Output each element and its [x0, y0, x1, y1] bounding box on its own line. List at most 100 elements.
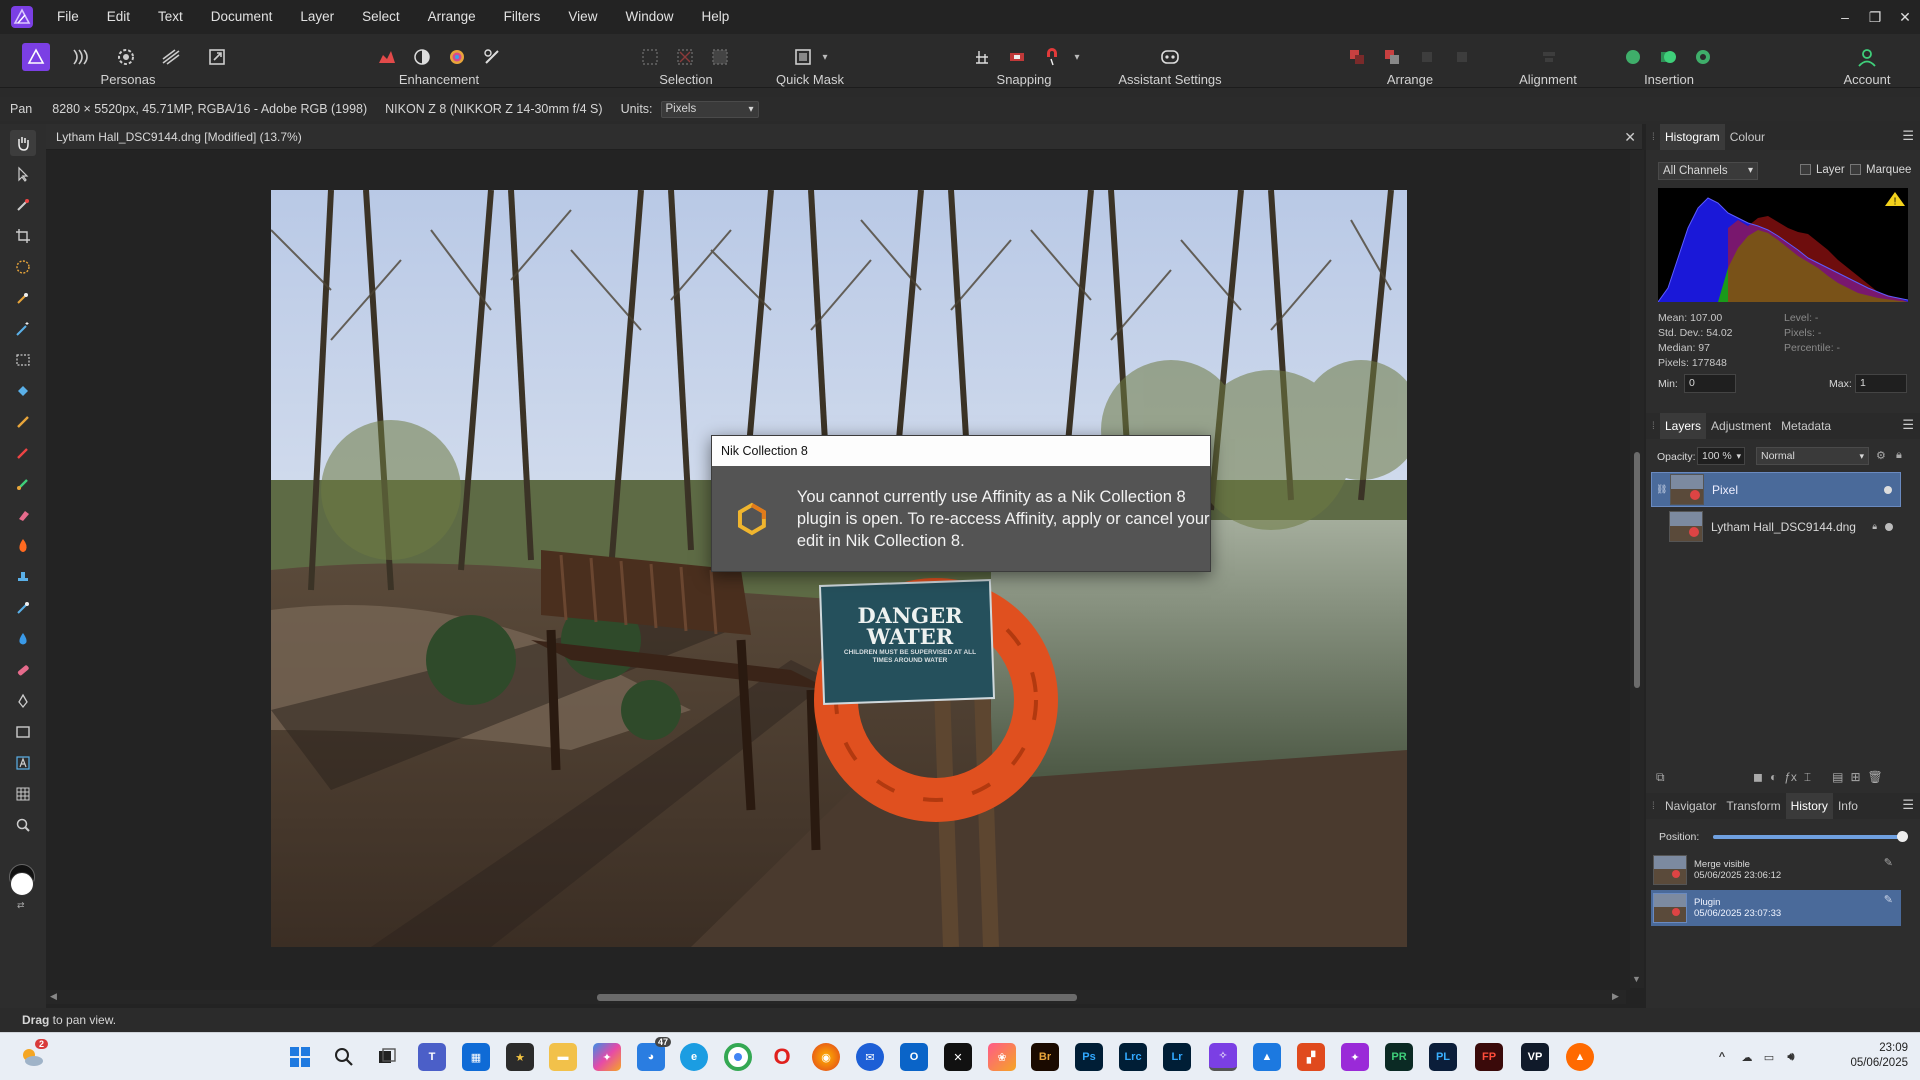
magic-wand-tool[interactable]	[10, 316, 36, 342]
history-position-slider[interactable]	[1713, 831, 1908, 842]
thunderbird-app[interactable]: ✉	[856, 1043, 884, 1071]
network-icon[interactable]: ☁	[1736, 1043, 1758, 1071]
menu-document[interactable]: Document	[197, 0, 287, 34]
menu-file[interactable]: File	[43, 0, 93, 34]
teams-chat-app[interactable]: ◕ 47	[637, 1037, 671, 1071]
menu-text[interactable]: Text	[144, 0, 197, 34]
panel-grip-icon[interactable]: ⁞	[1652, 801, 1660, 812]
invert-selection-button[interactable]	[706, 43, 734, 71]
menu-edit[interactable]: Edit	[93, 0, 144, 34]
lightroom-app[interactable]: Lr	[1163, 1043, 1191, 1071]
auto-levels-button[interactable]	[373, 43, 401, 71]
brush-layer-icon[interactable]: ⌶	[1804, 770, 1811, 785]
move-to-front-button[interactable]	[1448, 43, 1476, 71]
auto-contrast-button[interactable]	[408, 43, 436, 71]
mixer-brush-tool[interactable]	[10, 471, 36, 497]
app-icon[interactable]: ★	[506, 1043, 534, 1071]
menu-help[interactable]: Help	[687, 0, 743, 34]
selection-brush-tool[interactable]	[10, 254, 36, 280]
mesh-warp-tool[interactable]	[10, 781, 36, 807]
tab-navigator[interactable]: Navigator	[1660, 799, 1721, 813]
edge-browser-app[interactable]: e	[680, 1043, 708, 1071]
panel-grip-icon[interactable]: ⁞	[1652, 421, 1660, 432]
layer-lock-icon[interactable]: 🔒︎	[1872, 521, 1877, 532]
panel-menu-icon[interactable]: ☰	[1902, 128, 1914, 144]
photos-app[interactable]: ❀	[988, 1043, 1016, 1071]
channel-dropdown[interactable]: All Channels ▾	[1658, 162, 1758, 180]
snapping-dropdown[interactable]: ▾	[1070, 43, 1084, 71]
layer-checkbox[interactable]: Layer	[1800, 164, 1845, 176]
smudge-brush-tool[interactable]	[10, 595, 36, 621]
account-button[interactable]	[1853, 43, 1881, 71]
close-document-icon[interactable]: ✕	[1624, 124, 1636, 150]
move-forward-one-button[interactable]	[1413, 43, 1441, 71]
photo-persona-button[interactable]	[22, 43, 50, 71]
zoom-tool[interactable]	[10, 812, 36, 838]
app-icon[interactable]: ▲	[1566, 1043, 1594, 1071]
adjustment-layer-icon[interactable]: ◐	[1770, 770, 1777, 785]
snapshot-icon[interactable]: ✎	[1884, 893, 1893, 906]
max-input[interactable]: 1	[1855, 374, 1907, 393]
auto-colours-button[interactable]	[443, 43, 471, 71]
vertical-scroll-thumb[interactable]	[1634, 452, 1640, 688]
tab-transform[interactable]: Transform	[1721, 799, 1785, 813]
affinity-suite-app[interactable]: ✦	[1341, 1043, 1369, 1071]
tone-mapping-persona-button[interactable]	[157, 43, 185, 71]
menu-arrange[interactable]: Arrange	[414, 0, 490, 34]
opera-browser-app[interactable]: O	[768, 1043, 796, 1071]
insert-top-button[interactable]	[1654, 43, 1682, 71]
tab-metadata[interactable]: Metadata	[1776, 419, 1836, 433]
display-icon[interactable]: ▭	[1758, 1043, 1780, 1071]
blend-mode-dropdown[interactable]: Normal ▾	[1756, 447, 1869, 465]
deselect-button[interactable]	[671, 43, 699, 71]
snap-toggle-button[interactable]	[1003, 43, 1031, 71]
select-all-button[interactable]	[636, 43, 664, 71]
move-tool[interactable]	[10, 161, 36, 187]
text-tool[interactable]	[10, 750, 36, 776]
marquee-checkbox[interactable]: Marquee	[1850, 164, 1911, 176]
gradient-tool[interactable]	[10, 409, 36, 435]
task-view-button[interactable]	[373, 1043, 401, 1071]
layer-options-icon[interactable]: ⧉	[1656, 770, 1665, 785]
clone-brush-tool[interactable]	[10, 564, 36, 590]
history-item[interactable]: Merge visible 05/06/2025 23:06:12 ✎	[1651, 853, 1901, 887]
rectangle-tool[interactable]	[10, 719, 36, 745]
document-tab[interactable]: Lytham Hall_DSC9144.dng [Modified] (13.7…	[46, 124, 1642, 150]
menu-view[interactable]: View	[554, 0, 611, 34]
history-item-selected[interactable]: Plugin 05/06/2025 23:07:33 ✎	[1651, 890, 1901, 926]
photoshop-app[interactable]: Ps	[1075, 1043, 1103, 1071]
menu-layer[interactable]: Layer	[286, 0, 348, 34]
colour-picker-tool[interactable]	[10, 192, 36, 218]
move-back-one-button[interactable]	[1378, 43, 1406, 71]
affinity-publisher-app[interactable]: ▞	[1297, 1043, 1325, 1071]
flood-select-tool[interactable]	[10, 285, 36, 311]
lock-icon[interactable]: 🔒︎	[1896, 449, 1902, 462]
affinity-photo-logo-icon[interactable]	[11, 6, 33, 28]
restore-button[interactable]: ❐	[1860, 0, 1890, 34]
quick-mask-dropdown[interactable]: ▾	[818, 43, 832, 71]
snapping-options-button[interactable]	[968, 43, 996, 71]
affinity-designer-app[interactable]: ▲	[1253, 1043, 1281, 1071]
tab-layers[interactable]: Layers	[1660, 413, 1707, 439]
paint-brush-tool[interactable]	[10, 440, 36, 466]
viewpoint-app[interactable]: VP	[1521, 1043, 1549, 1071]
snapping-magnet-button[interactable]	[1038, 43, 1066, 71]
store-app[interactable]: ▦	[462, 1043, 490, 1071]
opacity-input[interactable]: 100 % ▾	[1697, 447, 1745, 465]
burn-brush-tool[interactable]	[10, 533, 36, 559]
add-pixel-layer-icon[interactable]: ⊞	[1850, 770, 1860, 785]
add-group-icon[interactable]: ▤	[1832, 770, 1843, 785]
snapshot-icon[interactable]: ✎	[1884, 856, 1893, 869]
file-explorer-app[interactable]: ▬	[549, 1043, 577, 1071]
mask-layer-icon[interactable]: ◼	[1753, 770, 1763, 785]
layer-row-background[interactable]: Lytham Hall_DSC9144.dng 🔒︎	[1651, 509, 1901, 544]
close-window-button[interactable]: ✕	[1890, 0, 1920, 34]
pen-tool[interactable]	[10, 688, 36, 714]
firefox-browser-app[interactable]: ◉	[812, 1043, 840, 1071]
erase-brush-tool[interactable]	[10, 502, 36, 528]
export-persona-button[interactable]	[203, 43, 231, 71]
develop-persona-button[interactable]	[112, 43, 140, 71]
insert-behind-button[interactable]	[1619, 43, 1647, 71]
tab-history[interactable]: History	[1785, 793, 1833, 819]
photolab-app[interactable]: PR	[1385, 1043, 1413, 1071]
